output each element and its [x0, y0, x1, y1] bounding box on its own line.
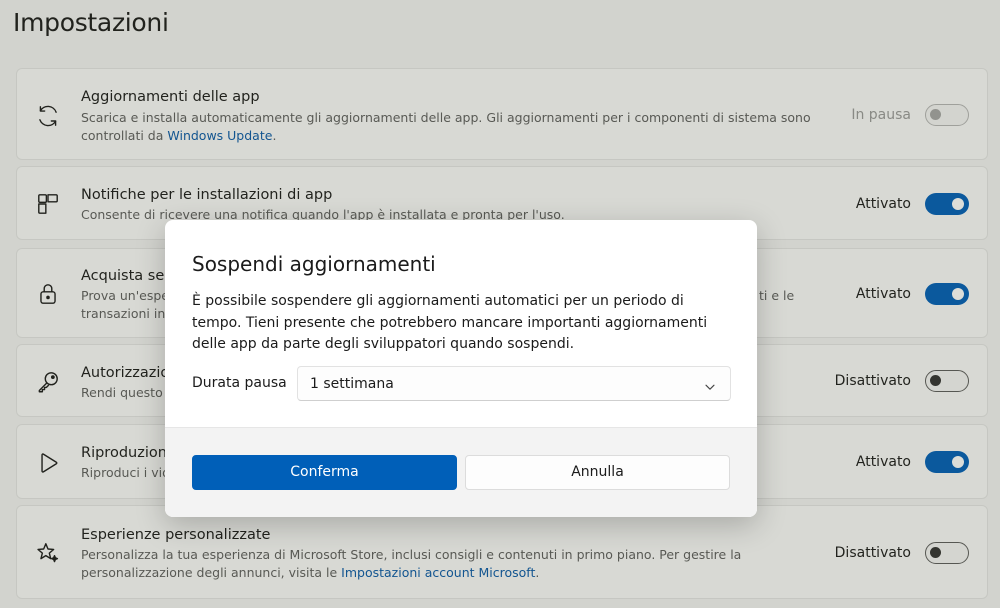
pause-duration-select[interactable]: 1 settimana [297, 366, 731, 401]
pause-duration-value: 1 settimana [310, 376, 394, 392]
dialog-footer: Conferma Annulla [165, 427, 757, 517]
confirm-button[interactable]: Conferma [192, 455, 457, 490]
chevron-down-icon [704, 378, 716, 390]
cancel-button[interactable]: Annulla [465, 455, 730, 490]
pause-updates-dialog: Sospendi aggiornamenti È possibile sospe… [165, 220, 757, 517]
pause-duration-label: Durata pausa [192, 375, 287, 391]
dialog-body-text: È possibile sospendere gli aggiornamenti… [192, 293, 708, 352]
dialog-title: Sospendi aggiornamenti [192, 252, 436, 276]
